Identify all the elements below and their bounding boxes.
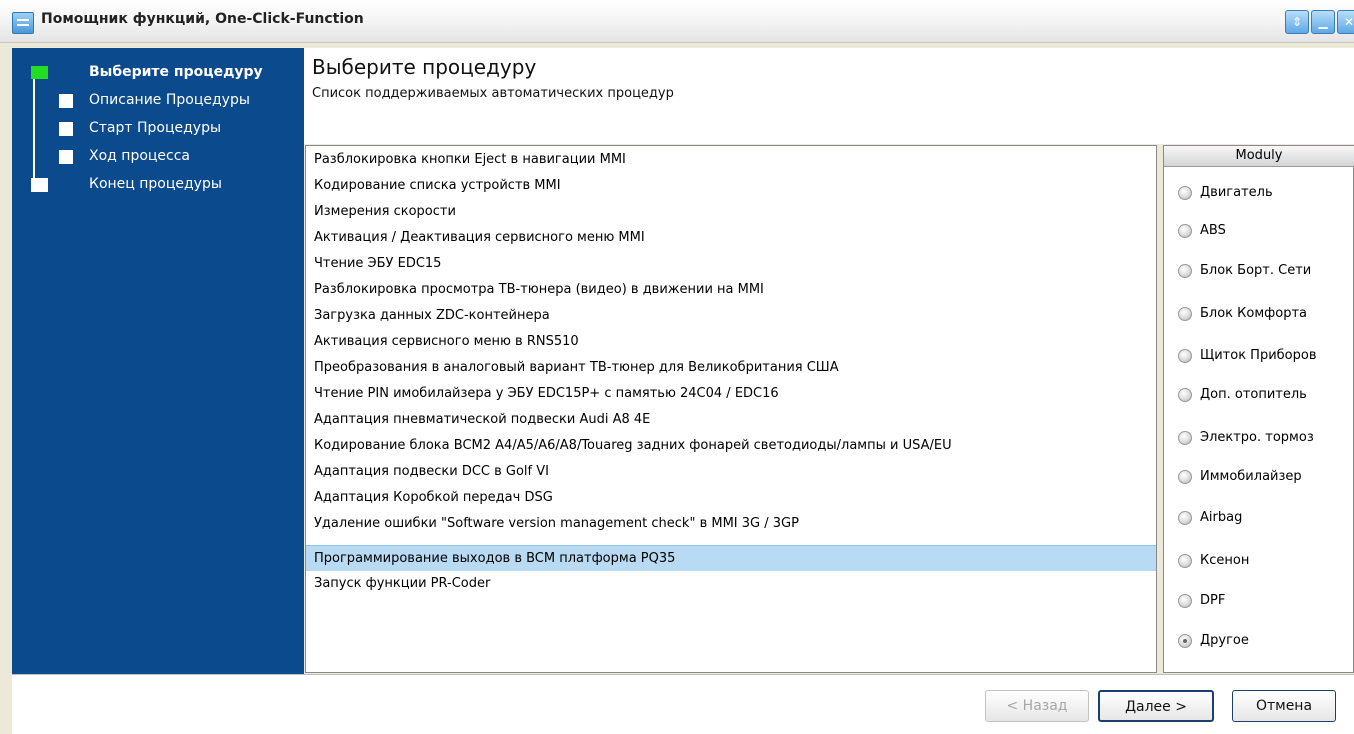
window-title: Помощник функций, One-Click-Function (41, 11, 364, 27)
close-icon[interactable]: ✕ (1337, 10, 1354, 34)
app-icon (12, 12, 34, 34)
radio-label: Блок Комфорта (1200, 306, 1308, 321)
list-item[interactable]: Чтение PIN имобилайзера у ЭБУ EDC15P+ с … (306, 381, 1156, 407)
list-item[interactable]: Активация / Деактивация сервисного меню … (306, 225, 1156, 251)
step-label: Выберите процедуру (89, 64, 263, 80)
restore-icon[interactable]: ⇕ (1285, 10, 1309, 34)
radio-icon[interactable] (1178, 431, 1192, 445)
list-item[interactable]: Адаптация подвески DCC в Golf VI (306, 459, 1156, 485)
radio-icon[interactable] (1178, 224, 1192, 238)
page-title: Выберите процедуру (312, 55, 537, 79)
radio-icon[interactable] (1178, 307, 1192, 321)
back-button[interactable]: < Назад (985, 690, 1089, 722)
list-item[interactable]: Удаление ошибки "Software version manage… (306, 511, 1156, 537)
radio-label: Иммобилайзер (1200, 469, 1302, 484)
page-subtitle: Список поддерживаемых автоматических про… (312, 86, 674, 101)
list-item[interactable]: Разблокировка кнопки Eject в навигации M… (306, 147, 1156, 173)
radio-label: Доп. отопитель (1200, 387, 1307, 402)
list-item[interactable]: Чтение ЭБУ EDC15 (306, 251, 1156, 277)
radio-label: DPF (1200, 593, 1226, 608)
radio-checked-icon[interactable] (1178, 634, 1192, 648)
list-item[interactable]: Адаптация Коробкой передач DSG (306, 485, 1156, 511)
step-label: Ход процесса (89, 148, 191, 164)
radio-icon[interactable] (1178, 511, 1192, 525)
list-item[interactable]: Кодирование списка устройств MMI (306, 173, 1156, 199)
radio-label: Электро. тормоз (1200, 430, 1314, 445)
list-item[interactable]: Разблокировка просмотра ТВ-тюнера (видео… (306, 277, 1156, 303)
radio-label: Airbag (1200, 510, 1243, 525)
radio-label: Щиток Приборов (1200, 348, 1317, 363)
step-label: Старт Процедуры (89, 120, 222, 136)
next-button[interactable]: Далее > (1098, 690, 1214, 722)
step-box-icon (31, 178, 48, 192)
radio-icon[interactable] (1178, 388, 1192, 402)
moduly-header: Moduly (1164, 146, 1354, 167)
list-item[interactable]: Адаптация пневматической подвески Audi A… (306, 407, 1156, 433)
moduly-panel: Moduly Двигатель ABS Блок Борт. Сети Бло… (1163, 145, 1354, 673)
wizard-steps-sidebar (12, 48, 304, 674)
radio-icon[interactable] (1178, 349, 1192, 363)
radio-label: Другое (1200, 633, 1249, 648)
list-item-selected[interactable]: Программирование выходов в BCM платформа… (306, 545, 1156, 571)
radio-label: Ксенон (1200, 553, 1250, 568)
step-label: Описание Процедуры (89, 92, 250, 108)
list-item[interactable]: Измерения скорости (306, 199, 1156, 225)
step-active-icon (31, 66, 48, 79)
list-item[interactable]: Запуск функции PR-Coder (306, 571, 1156, 597)
title-bar: Помощник функций, One-Click-Function ⇕ ▁… (0, 0, 1354, 43)
step-box-icon (59, 122, 73, 136)
radio-label: Двигатель (1200, 185, 1273, 200)
cancel-button[interactable]: Отмена (1232, 690, 1336, 722)
radio-label: ABS (1200, 223, 1226, 238)
radio-icon[interactable] (1178, 554, 1192, 568)
list-item[interactable]: Преобразования в аналоговый вариант ТВ-т… (306, 355, 1156, 381)
list-item[interactable]: Активация сервисного меню в RNS510 (306, 329, 1156, 355)
step-label: Конец процедуры (89, 176, 222, 192)
radio-label: Блок Борт. Сети (1200, 263, 1312, 278)
steps-tree-line (33, 74, 35, 186)
procedure-list[interactable]: Разблокировка кнопки Eject в навигации M… (305, 145, 1157, 673)
radio-icon[interactable] (1178, 470, 1192, 484)
list-item[interactable]: Загрузка данных ZDC-контейнера (306, 303, 1156, 329)
radio-icon[interactable] (1178, 594, 1192, 608)
list-item[interactable]: Кодирование блока BCM2 A4/A5/A6/A8/Touar… (306, 433, 1156, 459)
step-box-icon (59, 94, 73, 108)
minimize-icon[interactable]: ▁ (1311, 10, 1335, 34)
step-box-icon (59, 150, 73, 164)
radio-icon[interactable] (1178, 264, 1192, 278)
radio-icon[interactable] (1178, 186, 1192, 200)
